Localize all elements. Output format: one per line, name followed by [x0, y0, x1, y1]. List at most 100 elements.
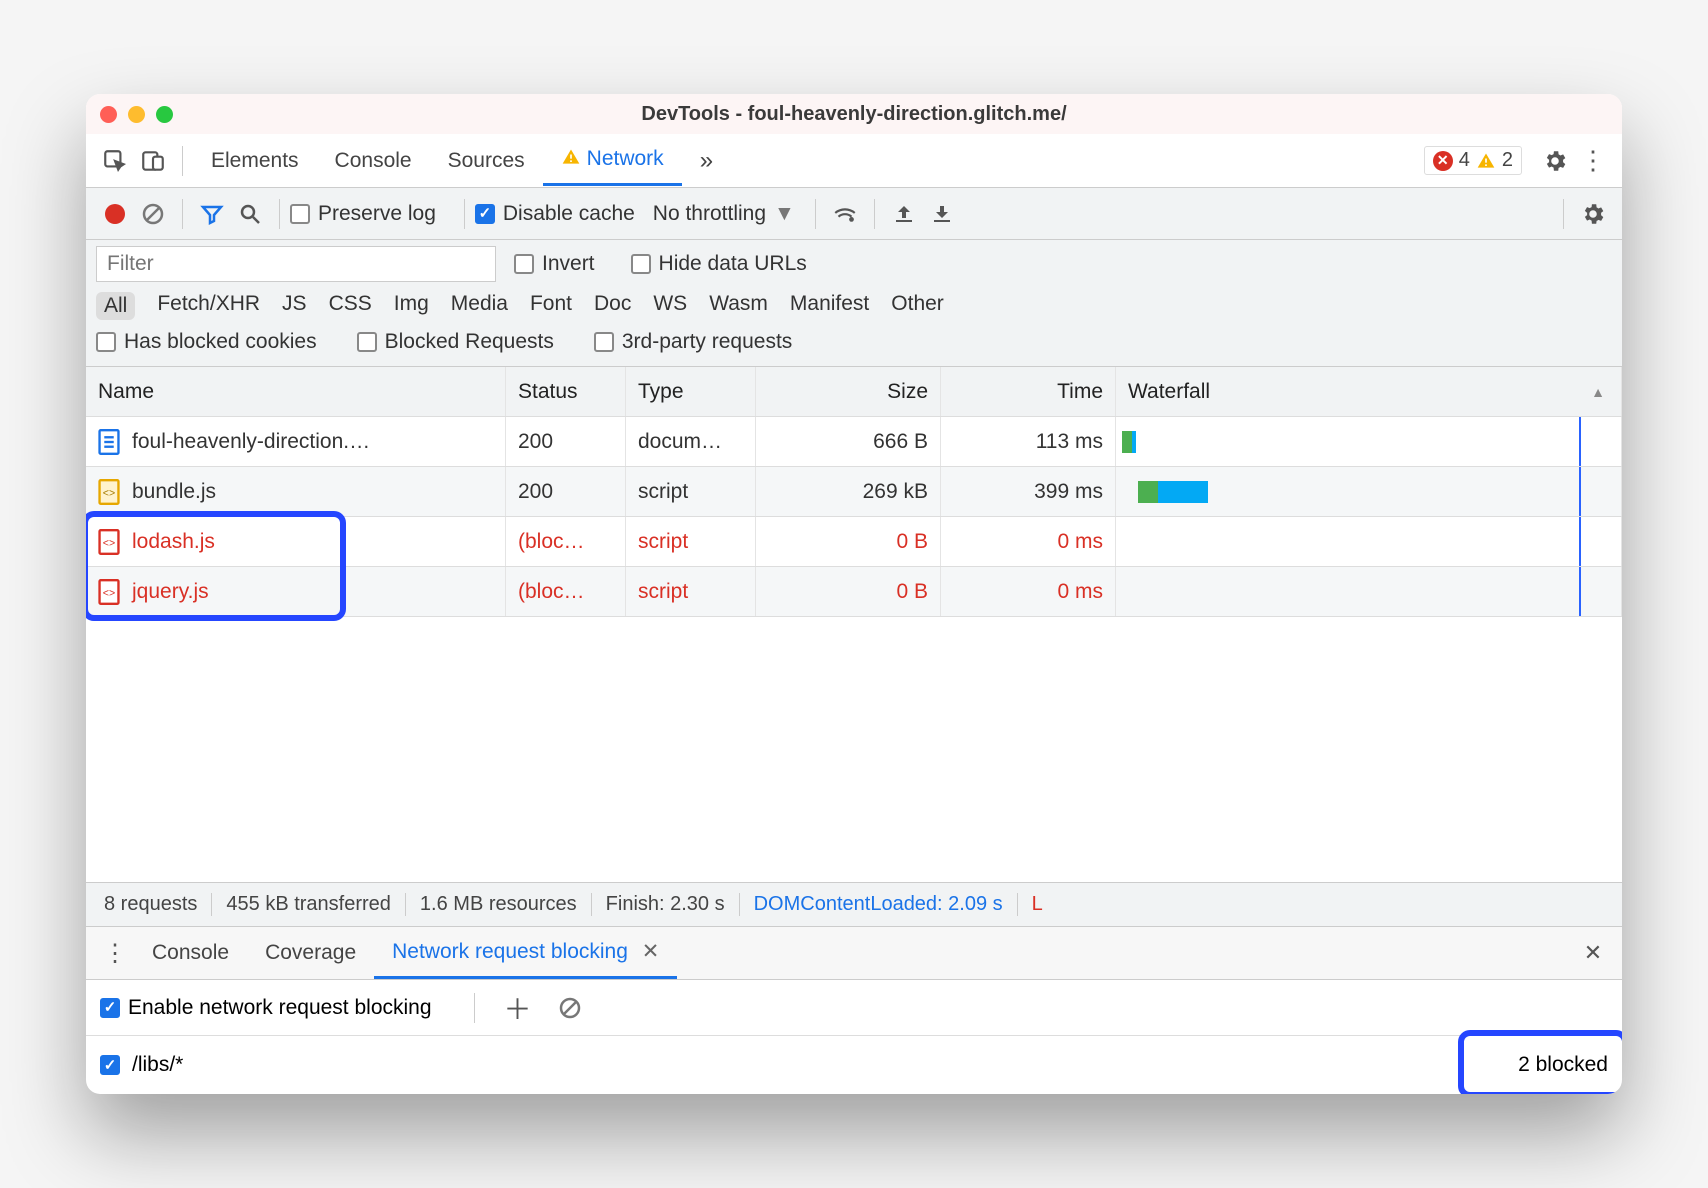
script-icon: <>	[98, 579, 120, 605]
drawer-tab-blocking[interactable]: Network request blocking ✕	[374, 927, 677, 979]
table-row[interactable]: <> lodash.js (bloc… script 0 B 0 ms	[86, 517, 1622, 567]
warning-icon	[561, 147, 581, 167]
col-status[interactable]: Status	[506, 367, 626, 416]
type-chip-other[interactable]: Other	[891, 292, 944, 320]
status-finish: Finish: 2.30 s	[592, 893, 740, 916]
clear-patterns-icon[interactable]	[551, 989, 589, 1027]
preserve-log-checkbox[interactable]: Preserve log	[290, 202, 436, 226]
type-chip-doc[interactable]: Doc	[594, 292, 631, 320]
filter-input[interactable]	[96, 246, 496, 282]
status-requests: 8 requests	[90, 893, 212, 916]
svg-text:<>: <>	[103, 487, 115, 499]
waterfall-cell	[1116, 417, 1622, 466]
waterfall-cell	[1116, 467, 1622, 516]
network-conditions-icon[interactable]	[826, 195, 864, 233]
type-chip-manifest[interactable]: Manifest	[790, 292, 869, 320]
tab-sources[interactable]: Sources	[430, 137, 543, 185]
network-settings-icon[interactable]	[1574, 195, 1612, 233]
disable-cache-checkbox[interactable]: Disable cache	[475, 202, 635, 226]
download-har-icon[interactable]	[923, 195, 961, 233]
filter-icon[interactable]	[193, 195, 231, 233]
third-party-checkbox[interactable]: 3rd-party requests	[594, 330, 792, 354]
type-chip-wasm[interactable]: Wasm	[709, 292, 768, 320]
enable-blocking-checkbox[interactable]: Enable network request blocking	[100, 996, 432, 1020]
status-domcontentloaded: DOMContentLoaded: 2.09 s	[740, 893, 1018, 916]
tab-network-label: Network	[587, 147, 664, 170]
has-blocked-cookies-checkbox[interactable]: Has blocked cookies	[96, 330, 317, 354]
tab-elements[interactable]: Elements	[193, 137, 317, 185]
minimize-window-button[interactable]	[128, 106, 145, 123]
document-icon	[98, 429, 120, 455]
type-chip-all[interactable]: All	[96, 292, 135, 320]
invert-checkbox[interactable]: Invert	[514, 252, 595, 276]
error-warning-badges[interactable]: ✕ 4 2	[1424, 146, 1522, 175]
type-chip-media[interactable]: Media	[451, 292, 508, 320]
drawer-tab-coverage[interactable]: Coverage	[247, 929, 374, 977]
table-row[interactable]: <> bundle.js 200 script 269 kB 399 ms	[86, 467, 1622, 517]
type-chip-font[interactable]: Font	[530, 292, 572, 320]
blocked-requests-checkbox[interactable]: Blocked Requests	[357, 330, 554, 354]
col-type[interactable]: Type	[626, 367, 756, 416]
titlebar: DevTools - foul-heavenly-direction.glitc…	[86, 94, 1622, 134]
devtools-window: DevTools - foul-heavenly-direction.glitc…	[86, 94, 1622, 1094]
drawer-more-icon[interactable]: ⋮	[96, 934, 134, 972]
settings-icon[interactable]	[1536, 142, 1574, 180]
script-icon: <>	[98, 529, 120, 555]
pattern-enabled-checkbox[interactable]	[100, 1055, 120, 1075]
col-size[interactable]: Size	[756, 367, 941, 416]
pattern-text: /libs/*	[132, 1053, 183, 1077]
zoom-window-button[interactable]	[156, 106, 173, 123]
drawer-tabs: ⋮ Console Coverage Network request block…	[86, 926, 1622, 980]
hide-data-urls-checkbox[interactable]: Hide data URLs	[631, 252, 807, 276]
chevron-down-icon[interactable]: ▼	[774, 202, 795, 226]
network-status-bar: 8 requests 455 kB transferred 1.6 MB res…	[86, 882, 1622, 926]
grid-header: Name Status Type Size Time Waterfall	[86, 367, 1622, 417]
table-row[interactable]: <> jquery.js (bloc… script 0 B 0 ms	[86, 567, 1622, 617]
type-chip-css[interactable]: CSS	[329, 292, 372, 320]
search-icon[interactable]	[231, 195, 269, 233]
request-grid: Name Status Type Size Time Waterfall fou…	[86, 367, 1622, 882]
type-filters: All Fetch/XHR JS CSS Img Media Font Doc …	[96, 292, 1612, 320]
status-transferred: 455 kB transferred	[212, 893, 406, 916]
tab-network[interactable]: Network	[543, 135, 682, 186]
filter-area: Invert Hide data URLs All Fetch/XHR JS C…	[86, 240, 1622, 367]
warning-icon	[1476, 151, 1496, 171]
blocking-toolbar: Enable network request blocking ＋	[86, 980, 1622, 1036]
script-icon: <>	[98, 479, 120, 505]
type-chip-ws[interactable]: WS	[653, 292, 687, 320]
svg-text:<>: <>	[103, 537, 115, 549]
add-pattern-icon[interactable]: ＋	[499, 989, 537, 1027]
type-chip-js[interactable]: JS	[282, 292, 307, 320]
warning-count: 2	[1502, 149, 1513, 172]
col-waterfall[interactable]: Waterfall	[1116, 367, 1622, 416]
window-controls	[100, 106, 173, 123]
device-toggle-icon[interactable]	[134, 142, 172, 180]
type-chip-fetchxhr[interactable]: Fetch/XHR	[157, 292, 260, 320]
close-tab-icon[interactable]: ✕	[642, 940, 660, 963]
blocking-pattern-row[interactable]: /libs/* 2 blocked	[86, 1036, 1622, 1094]
col-name[interactable]: Name	[86, 367, 506, 416]
table-row[interactable]: foul-heavenly-direction.… 200 docum… 666…	[86, 417, 1622, 467]
type-chip-img[interactable]: Img	[394, 292, 429, 320]
col-time[interactable]: Time	[941, 367, 1116, 416]
waterfall-cell	[1116, 567, 1622, 616]
status-load: L	[1018, 893, 1057, 916]
throttling-select[interactable]: No throttling	[653, 202, 766, 226]
tabs-overflow[interactable]: »	[682, 135, 731, 187]
svg-text:<>: <>	[103, 587, 115, 599]
close-drawer-icon[interactable]: ✕	[1574, 934, 1612, 972]
inspect-icon[interactable]	[96, 142, 134, 180]
close-window-button[interactable]	[100, 106, 117, 123]
error-count: 4	[1459, 149, 1470, 172]
more-icon[interactable]: ⋮	[1574, 142, 1612, 180]
upload-har-icon[interactable]	[885, 195, 923, 233]
separator	[182, 146, 183, 176]
blocked-count-label: 2 blocked	[1518, 1053, 1608, 1077]
error-icon: ✕	[1433, 151, 1453, 171]
drawer-tab-console[interactable]: Console	[134, 929, 247, 977]
tab-console[interactable]: Console	[317, 137, 430, 185]
clear-icon[interactable]	[134, 195, 172, 233]
waterfall-cell	[1116, 517, 1622, 566]
record-button[interactable]	[96, 195, 134, 233]
window-title: DevTools - foul-heavenly-direction.glitc…	[86, 103, 1622, 126]
